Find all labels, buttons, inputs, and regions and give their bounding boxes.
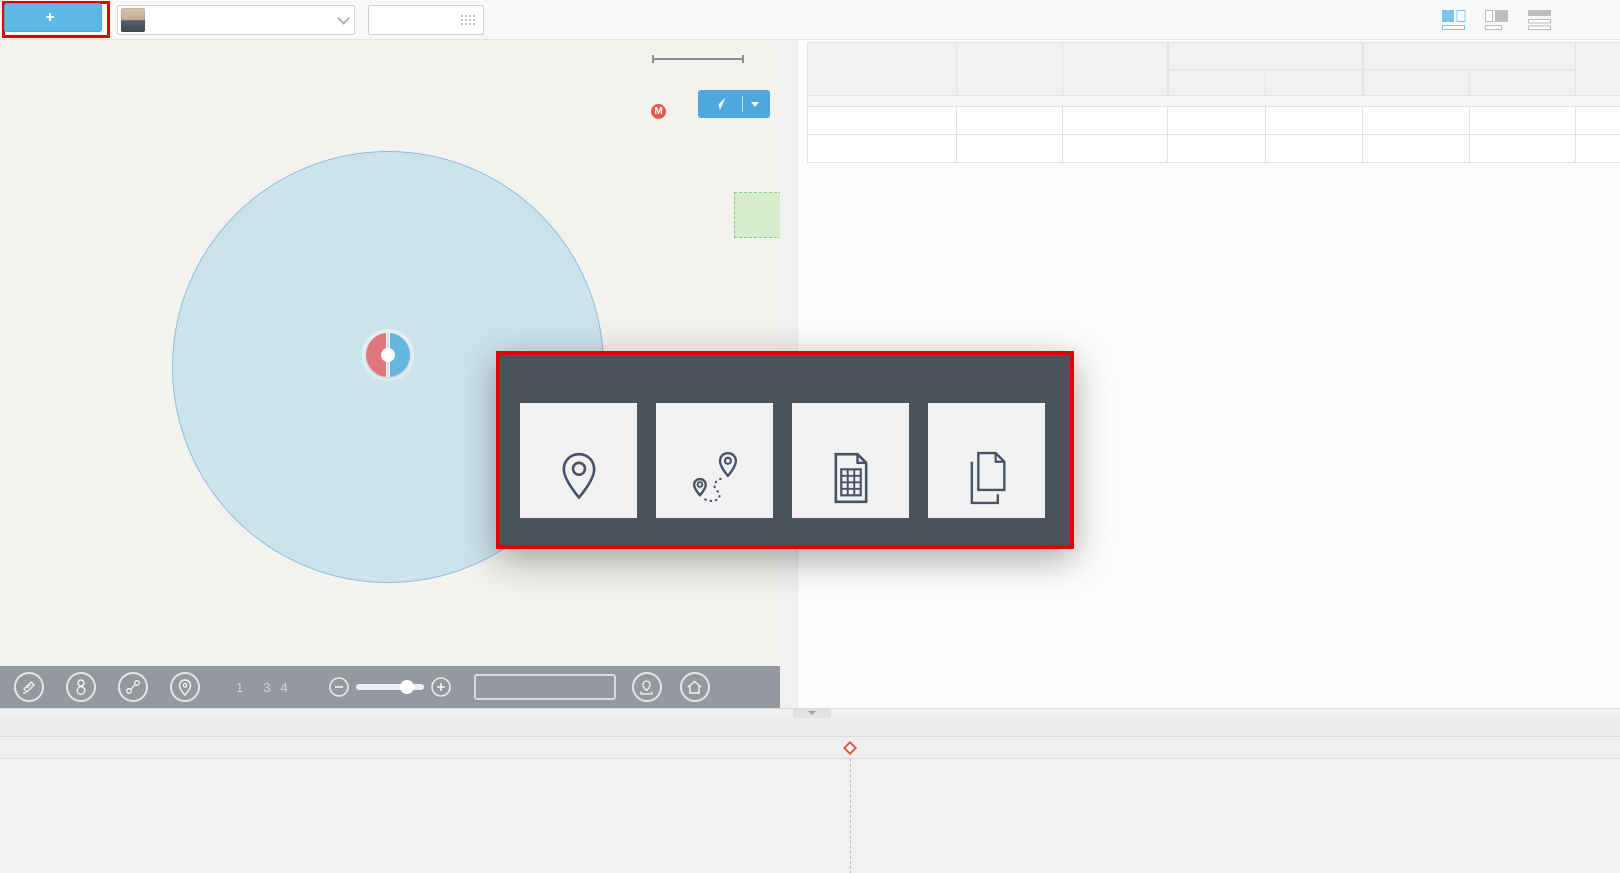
arrived-cell [1363,107,1470,135]
status-color-square [816,115,827,126]
top-toolbar: + [0,0,1620,40]
map-pager: 1 3 4 [226,680,298,695]
employee-select[interactable] [117,5,355,35]
cluster-center-dot [381,348,395,362]
table-header-row-1 [807,42,1620,96]
col-address[interactable] [1063,42,1168,96]
page-3[interactable]: 3 [263,680,270,695]
col-fact-duration[interactable] [1470,70,1576,96]
filler-cell [1576,135,1620,163]
order-button[interactable] [66,672,96,702]
view-toggles [1441,9,1555,31]
col-plan-from[interactable] [1168,70,1266,96]
timeline-hour-row [0,737,1620,759]
numbered-stops-icon [73,678,89,696]
ruler-icon [21,679,37,695]
address-cell [1063,135,1168,163]
route-nodes-icon [125,679,141,695]
current-time-line [850,759,851,873]
task-cluster-marker[interactable] [366,333,410,377]
name-cell [957,107,1063,135]
map-control-bar: 1 3 4 [0,666,780,708]
page-4[interactable]: 4 [280,680,287,695]
duration-cell [1470,135,1576,163]
option-route-task[interactable] [656,403,773,518]
option-import-excel[interactable] [792,403,909,518]
task-table [807,42,1620,163]
col-fact [1363,42,1576,70]
chevron-down-icon[interactable] [751,102,759,107]
chevron-down-icon [337,12,350,25]
navigate-button[interactable] [698,90,770,118]
avatar [121,8,145,32]
scale-imperial [652,60,744,63]
add-task-button[interactable]: + [4,3,102,32]
timeline-panel [0,708,1620,873]
col-status[interactable] [807,42,957,96]
add-task-modal [500,355,1070,545]
task-row[interactable] [807,135,1620,163]
calendar-icon [460,14,475,26]
plan-to-cell [1266,107,1363,135]
geocode-button[interactable] [632,672,662,702]
option-import-text[interactable] [928,403,1045,518]
name-cell [957,135,1063,163]
annotation-modal [496,351,1074,549]
col-filler [1576,42,1620,96]
col-plan-to[interactable] [1266,70,1363,96]
status-color-square [816,143,827,154]
divider [742,96,743,112]
view-toggle-table-icon[interactable] [1484,9,1512,31]
text-files-icon [961,450,1013,506]
task-row[interactable] [807,107,1620,135]
scale-indicator [652,55,744,63]
measure-button[interactable] [14,672,44,702]
status-cell [807,135,957,163]
col-name[interactable] [957,42,1063,96]
chevron-down-icon [808,711,816,715]
single-pin-icon [553,450,605,506]
pin-box-icon [638,679,655,696]
col-fact-arrived[interactable] [1363,70,1470,96]
pin-icon [178,679,192,696]
excel-file-icon [825,450,877,506]
zoom-slider[interactable] [356,684,424,690]
modal-title [500,355,1070,366]
view-toggle-map-table-icon[interactable] [1441,9,1469,31]
zoom-out-button[interactable] [328,676,350,698]
home-button[interactable] [680,672,710,702]
arrived-cell [1363,135,1470,163]
page-1[interactable]: 1 [236,680,243,695]
timeline-collapse-tab[interactable] [793,709,831,718]
plan-from-cell [1168,107,1266,135]
plan-from-cell [1168,135,1266,163]
plan-to-cell [1266,135,1363,163]
duration-cell [1470,107,1576,135]
address-cell [1063,107,1168,135]
option-single-task[interactable] [520,403,637,518]
timeline-date-header [0,715,1620,737]
zoom-in-button[interactable] [430,676,452,698]
modal-options [520,403,1045,518]
status-cell [807,107,957,135]
col-plan [1168,42,1363,70]
group-header-row[interactable] [807,96,1620,107]
marker-button[interactable] [170,672,200,702]
view-toggle-list-icon[interactable] [1527,9,1555,31]
route-icon [687,450,743,506]
home-icon [686,679,703,695]
route-share-button[interactable] [118,672,148,702]
date-input[interactable] [368,5,484,35]
filler-cell [1576,107,1620,135]
zoom-slider-thumb[interactable] [400,680,414,694]
map-park-area [734,192,780,238]
address-search-input[interactable] [474,674,616,700]
navigation-arrow-icon [704,95,734,113]
plus-icon: + [45,10,54,26]
timeline-bars [0,759,1620,802]
metro-icon: М [651,104,666,119]
